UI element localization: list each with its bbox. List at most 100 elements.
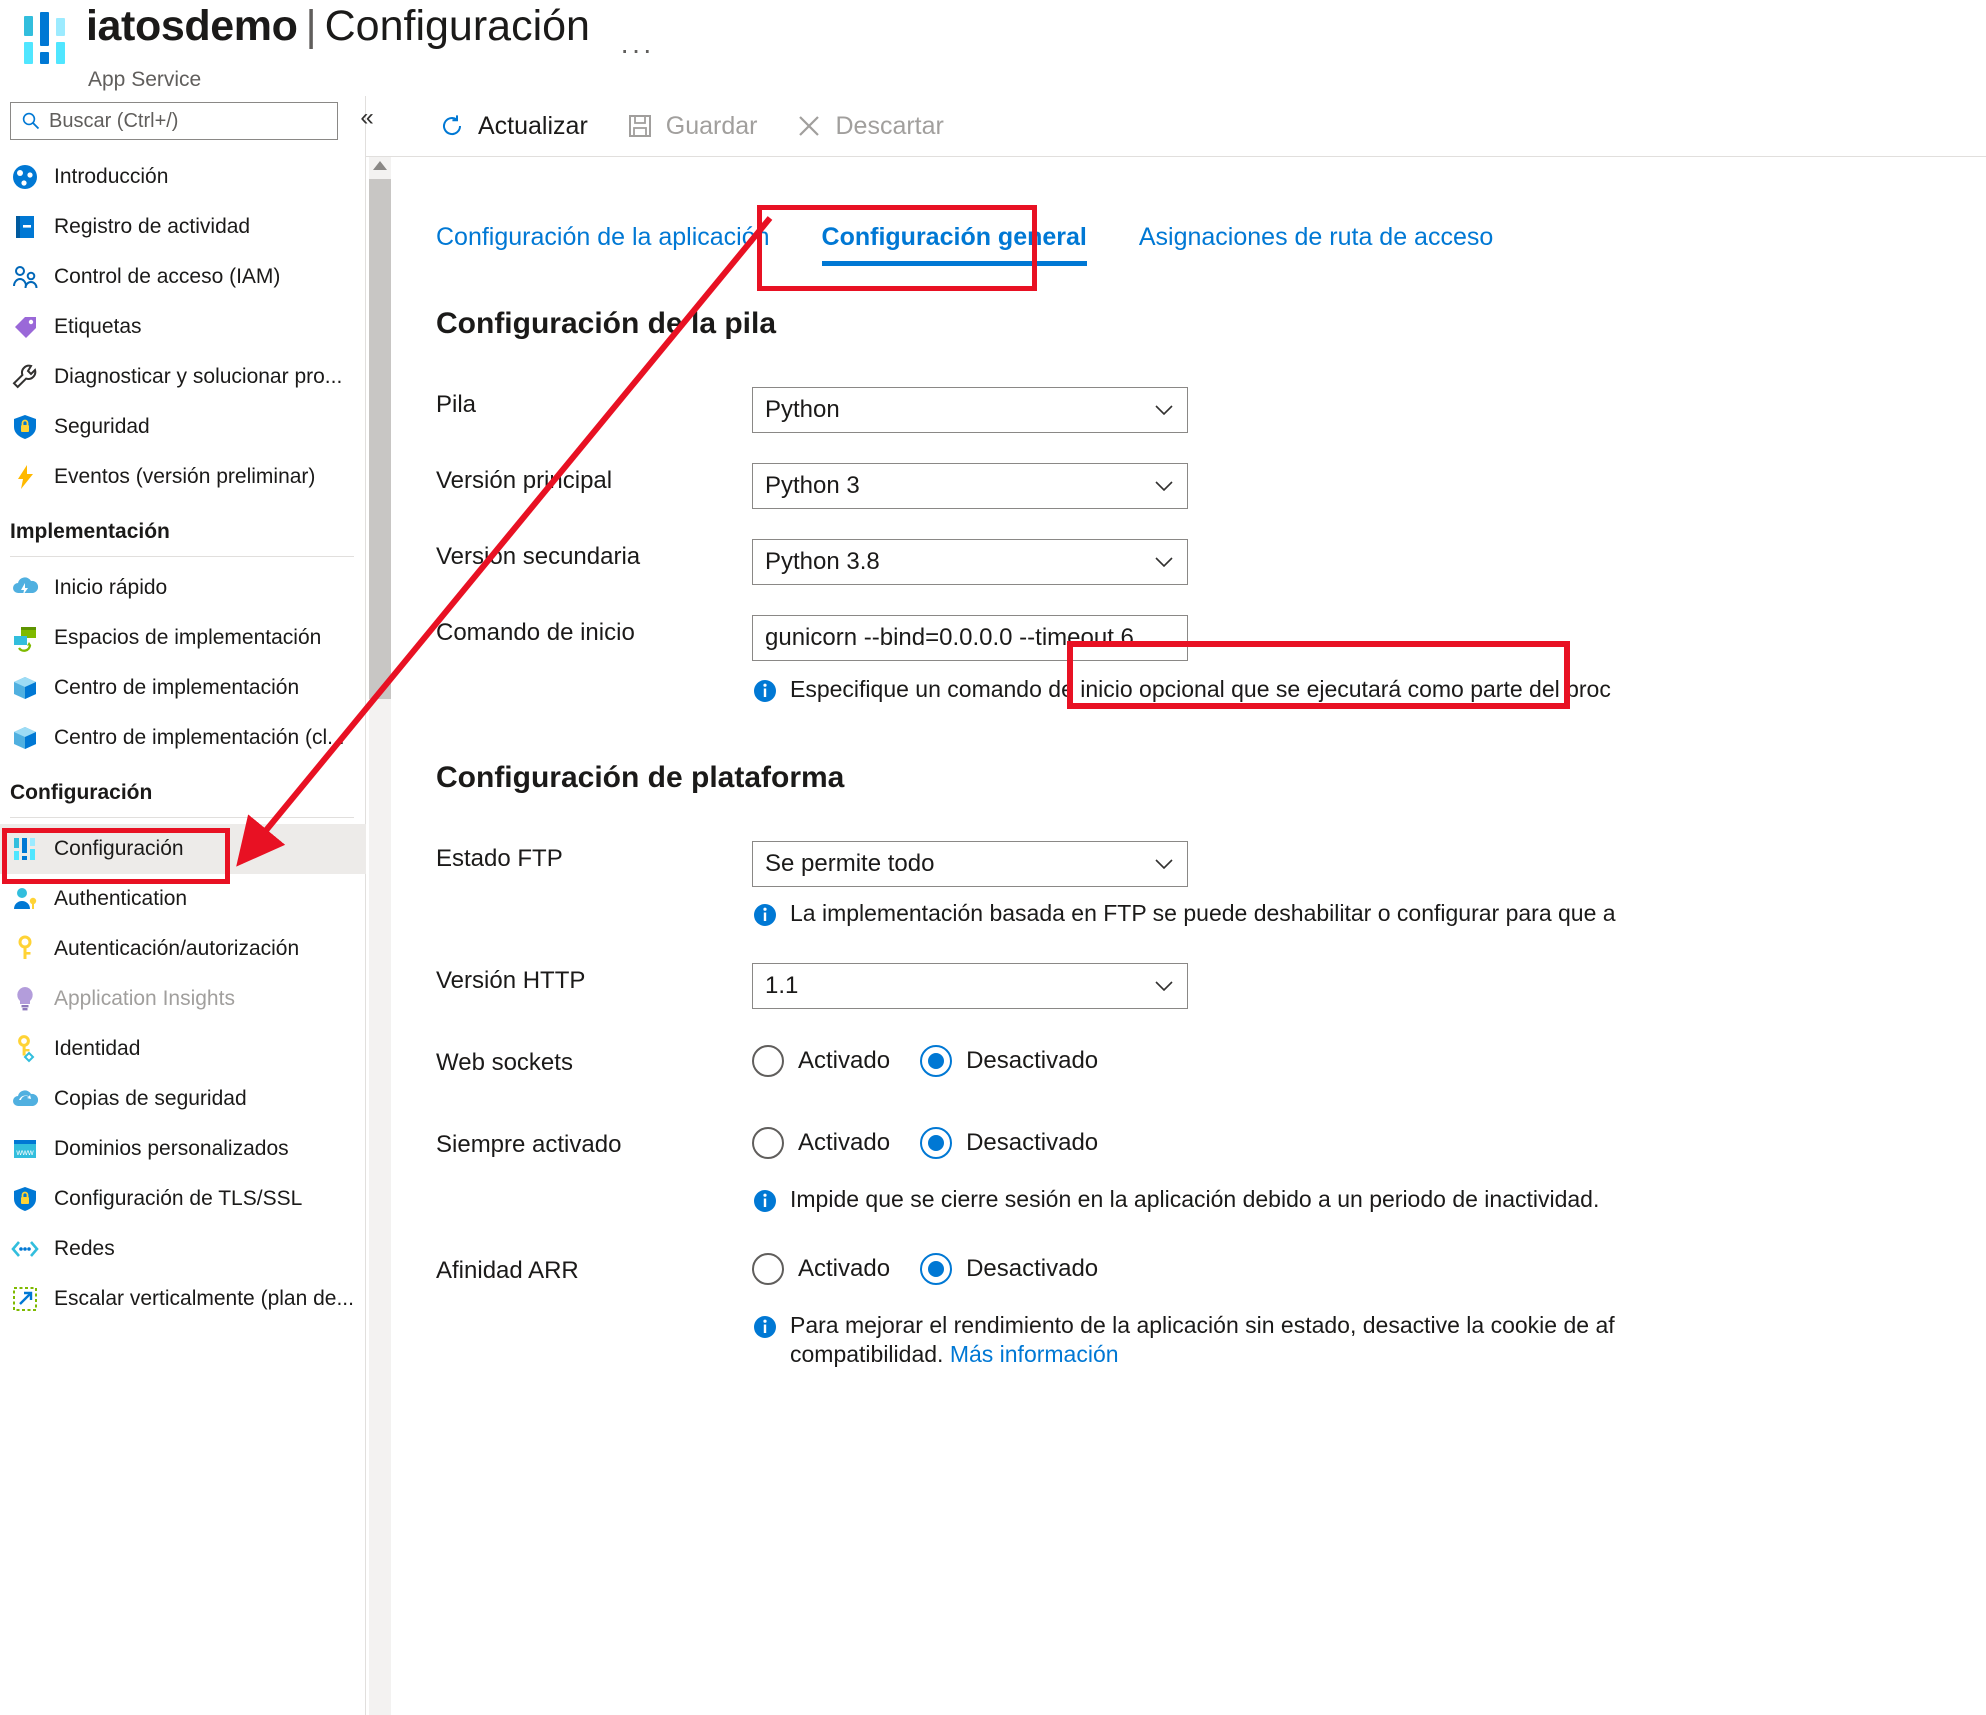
stack-select-value: Python bbox=[765, 396, 840, 424]
sidebar-divider bbox=[10, 556, 354, 557]
always-on-hint: Impide que se cierre sesión en la aplica… bbox=[752, 1185, 1986, 1214]
arr-affinity-hint: Para mejorar el rendimiento de la aplica… bbox=[752, 1311, 1986, 1370]
sidebar-item-label: Identidad bbox=[54, 1037, 140, 1061]
refresh-button[interactable]: Actualizar bbox=[428, 108, 598, 145]
sidebar-item-escalar-verticalmente[interactable]: Escalar verticalmente (plan de... bbox=[0, 1274, 366, 1324]
sidebar-item-configuracion-tls-ssl[interactable]: Configuración de TLS/SSL bbox=[0, 1174, 366, 1224]
azure-portal-configuration-page: iatosdemo|Configuración ··· App Service … bbox=[0, 0, 1986, 1715]
sidebar-item-identidad[interactable]: Identidad bbox=[0, 1024, 366, 1074]
sidebar-item-label: Autenticación/autorización bbox=[54, 937, 299, 961]
networking-icon bbox=[10, 1234, 40, 1264]
title-separator: | bbox=[305, 2, 316, 50]
lightbulb-icon bbox=[10, 984, 40, 1014]
sidebar-item-seguridad[interactable]: Seguridad bbox=[0, 402, 366, 452]
sidebar-item-control-de-acceso[interactable]: Control de acceso (IAM) bbox=[0, 252, 366, 302]
info-icon bbox=[752, 902, 778, 928]
web-sockets-radio-group: Activado Desactivado bbox=[752, 1045, 1098, 1077]
key-icon bbox=[10, 934, 40, 964]
events-lightning-icon bbox=[10, 462, 40, 492]
sidebar-item-etiquetas[interactable]: Etiquetas bbox=[0, 302, 366, 352]
sidebar-item-diagnosticar[interactable]: Diagnosticar y solucionar pro... bbox=[0, 352, 366, 402]
platform-section-title: Configuración de plataforma bbox=[436, 761, 844, 795]
http-version-select[interactable]: 1.1 bbox=[752, 963, 1188, 1009]
startup-command-hint-text: Especifique un comando de inicio opciona… bbox=[790, 675, 1611, 704]
arr-affinity-more-info-link[interactable]: Más información bbox=[950, 1341, 1119, 1367]
sidebar-item-centro-de-implementacion[interactable]: Centro de implementación bbox=[0, 663, 366, 713]
sidebar-item-copias-de-seguridad[interactable]: Copias de seguridad bbox=[0, 1074, 366, 1124]
sidebar-item-introduccion[interactable]: Introducción bbox=[0, 152, 366, 202]
field-control: Se permite todo bbox=[752, 841, 1188, 887]
field-row-estado-ftp: Estado FTP Se permite todo bbox=[436, 841, 1936, 881]
web-sockets-radio-desactivado[interactable]: Desactivado bbox=[920, 1045, 1098, 1077]
sidebar-item-dominios-personalizados[interactable]: www Dominios personalizados bbox=[0, 1124, 366, 1174]
search-icon bbox=[21, 111, 41, 131]
arr-affinity-radio-activado[interactable]: Activado bbox=[752, 1253, 890, 1285]
stack-select[interactable]: Python bbox=[752, 387, 1188, 433]
radio-dot bbox=[752, 1127, 784, 1159]
minor-version-select[interactable]: Python 3.8 bbox=[752, 539, 1188, 585]
sidebar-item-application-insights: Application Insights bbox=[0, 974, 366, 1024]
tab-configuracion-de-la-aplicacion[interactable]: Configuración de la aplicación bbox=[436, 223, 770, 266]
major-version-select[interactable]: Python 3 bbox=[752, 463, 1188, 509]
wrench-icon bbox=[10, 362, 40, 392]
more-options-button[interactable]: ··· bbox=[620, 34, 654, 66]
svg-text:www: www bbox=[15, 1148, 34, 1157]
always-on-radio-activado[interactable]: Activado bbox=[752, 1127, 890, 1159]
sidebar-item-eventos[interactable]: Eventos (versión preliminar) bbox=[0, 452, 366, 502]
vertical-scrollbar[interactable] bbox=[369, 157, 391, 1715]
tab-label: Configuración de la aplicación bbox=[436, 223, 770, 251]
always-on-radio-desactivado[interactable]: Desactivado bbox=[920, 1127, 1098, 1159]
field-label: Web sockets bbox=[436, 1049, 573, 1077]
tags-icon bbox=[10, 312, 40, 342]
deployment-center-icon bbox=[10, 673, 40, 703]
sidebar-item-label: Application Insights bbox=[54, 987, 235, 1011]
save-button: Guardar bbox=[616, 108, 768, 145]
refresh-label: Actualizar bbox=[478, 112, 588, 141]
info-icon bbox=[752, 1314, 778, 1340]
tab-asignaciones-de-ruta-de-acceso[interactable]: Asignaciones de ruta de acceso bbox=[1139, 223, 1493, 266]
scrollbar-thumb[interactable] bbox=[369, 179, 391, 699]
settings-tabs: Configuración de la aplicación Configura… bbox=[436, 223, 1493, 266]
sidebar-item-label: Centro de implementación (cl... bbox=[54, 726, 345, 750]
tls-ssl-shield-icon bbox=[10, 1184, 40, 1214]
authentication-icon bbox=[10, 884, 40, 914]
sidebar-item-autenticacion-autorizacion[interactable]: Autenticación/autorización bbox=[0, 924, 366, 974]
radio-label: Activado bbox=[798, 1129, 890, 1157]
sidebar-item-redes[interactable]: Redes bbox=[0, 1224, 366, 1274]
field-control: Python 3.8 bbox=[752, 539, 1188, 585]
sidebar-divider bbox=[10, 817, 354, 818]
sidebar-item-label: Configuración bbox=[54, 837, 184, 861]
resource-name: iatosdemo bbox=[86, 2, 297, 50]
overview-icon bbox=[10, 162, 40, 192]
scroll-up-arrow[interactable] bbox=[373, 161, 387, 170]
save-label: Guardar bbox=[666, 112, 758, 141]
search-input[interactable]: Buscar (Ctrl+/) bbox=[10, 102, 338, 140]
startup-command-input[interactable]: gunicorn --bind=0.0.0.0 --timeout 6... bbox=[752, 615, 1188, 661]
ftp-state-select[interactable]: Se permite todo bbox=[752, 841, 1188, 887]
radio-label: Desactivado bbox=[966, 1129, 1098, 1157]
sidebar-item-registro-de-actividad[interactable]: Registro de actividad bbox=[0, 202, 366, 252]
command-bar: Actualizar Guardar Descartar bbox=[366, 96, 1986, 156]
save-disk-icon bbox=[626, 112, 654, 140]
tab-configuracion-general[interactable]: Configuración general bbox=[822, 223, 1087, 266]
sidebar-item-centro-de-implementacion-clasico[interactable]: Centro de implementación (cl... bbox=[0, 713, 366, 763]
ftp-state-value: Se permite todo bbox=[765, 850, 934, 878]
arr-affinity-hint-line1: Para mejorar el rendimiento de la aplica… bbox=[790, 1312, 1615, 1338]
sidebar-item-inicio-rapido[interactable]: Inicio rápido bbox=[0, 563, 366, 613]
sidebar-item-espacios-de-implementacion[interactable]: Espacios de implementación bbox=[0, 613, 366, 663]
field-row-pila: Pila Python bbox=[436, 387, 1936, 427]
web-sockets-radio-activado[interactable]: Activado bbox=[752, 1045, 890, 1077]
ftp-state-hint: La implementación basada en FTP se puede… bbox=[752, 899, 1986, 928]
info-icon bbox=[752, 678, 778, 704]
sidebar-item-authentication[interactable]: Authentication bbox=[0, 874, 366, 924]
stack-section-title: Configuración de la pila bbox=[436, 307, 776, 341]
field-label: Estado FTP bbox=[436, 845, 563, 873]
field-control: Python 3 bbox=[752, 463, 1188, 509]
tab-label: Configuración general bbox=[822, 223, 1087, 251]
field-label: Pila bbox=[436, 391, 476, 419]
page-title: iatosdemo|Configuración bbox=[86, 2, 590, 51]
access-control-icon bbox=[10, 262, 40, 292]
settings-content: Configuración de la aplicación Configura… bbox=[402, 157, 1986, 1715]
arr-affinity-radio-desactivado[interactable]: Desactivado bbox=[920, 1253, 1098, 1285]
sidebar-item-configuracion[interactable]: Configuración bbox=[0, 824, 366, 874]
